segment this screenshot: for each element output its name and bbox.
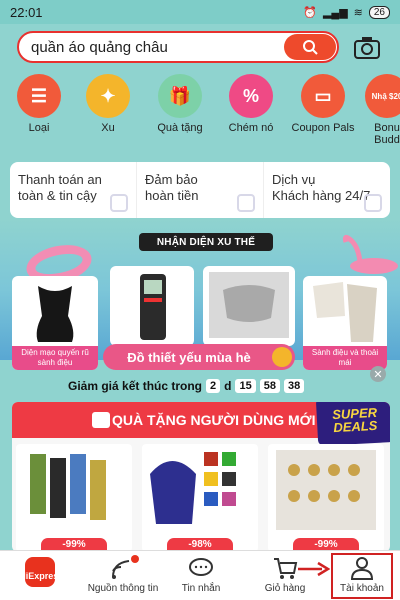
- pointer-arrow-icon: [298, 561, 330, 577]
- trend-title: NHẬN DIỆN XU THẾ: [139, 233, 273, 251]
- countdown-hours: 15: [235, 379, 256, 393]
- status-bar: 22:01 ⏰ ▂▄▆ ≋ 26: [0, 0, 400, 24]
- trend-card-label: Diện mạo quyến rũ sành điệu: [12, 346, 98, 370]
- flamingo-float-decoration: [342, 235, 398, 274]
- category-label: Chém nó: [228, 122, 274, 134]
- feed-icon: [109, 555, 139, 581]
- trend-title-text: NHẬN DIỆN XU THẾ: [156, 236, 256, 248]
- trend-card-pajamas[interactable]: Sành điệu và thoải mái: [303, 276, 387, 370]
- earrings-product-image: [276, 450, 376, 530]
- alarm-icon: ⏰: [303, 6, 317, 19]
- camera-search-icon[interactable]: [353, 36, 381, 60]
- product-laser-meter[interactable]: [110, 266, 194, 346]
- percent-tag-icon: %: [229, 74, 273, 118]
- trust-customer-service[interactable]: Dịch vụ Khách hàng 24/7: [264, 162, 390, 218]
- message-icon: [187, 555, 215, 581]
- nav-home-label: AliExpress: [16, 571, 64, 581]
- super-deals-line: DEALS: [332, 417, 378, 436]
- category-loai[interactable]: ☰ Loại: [4, 74, 74, 134]
- close-icon[interactable]: ✕: [370, 366, 386, 382]
- category-chem-no[interactable]: % Chém nó: [216, 74, 286, 134]
- nav-cart-label: Giỏ hàng: [264, 583, 306, 594]
- category-label: Coupon Pals: [291, 122, 355, 134]
- trust-line: Thanh toán an: [18, 172, 102, 187]
- countdown-minutes: 58: [259, 379, 280, 393]
- coin-icon: ✦: [86, 74, 130, 118]
- signal-icon: ▂▄▆: [322, 6, 348, 19]
- list-icon: ☰: [17, 74, 61, 118]
- bonus-icon: Nhậ $20: [365, 74, 400, 118]
- bonus-badge: Nhậ $20: [371, 91, 400, 101]
- trust-line: Dịch vụ: [272, 172, 316, 187]
- category-label: Bonu Budd: [374, 122, 400, 146]
- nav-feed[interactable]: Nguồn thông tin: [80, 551, 166, 600]
- coupon-icon: ▭: [301, 74, 345, 118]
- trust-refund[interactable]: Đảm bảo hoàn tiền: [137, 162, 264, 218]
- trust-secure-payment[interactable]: Thanh toán an toàn & tin cậy: [10, 162, 137, 218]
- arrow-right-icon: [272, 347, 292, 367]
- notification-dot: [131, 555, 139, 563]
- essentials-banner-text: Đồ thiết yếu mùa hè: [127, 349, 251, 365]
- category-row: ☰ Loại ✦ Xu 🎁 Quà tặng % Chém nó ▭ Coupo…: [0, 74, 400, 146]
- trend-card-corset[interactable]: Diện mạo quyến rũ sành điệu: [12, 276, 98, 370]
- laser-meter-image: [140, 274, 166, 340]
- new-user-gifts-section: QUÀ TẶNG NGƯỜI DÙNG MỚI SUPER DEALS -99%…: [12, 402, 390, 552]
- account-highlight-box: [331, 553, 393, 599]
- shield-check-icon: [110, 194, 128, 212]
- trust-line: Đảm bảo: [145, 172, 198, 187]
- countdown-day-unit: d: [224, 379, 232, 393]
- nav-messages-label: Tin nhắn: [181, 583, 221, 594]
- category-qua-tang[interactable]: 🎁 Quà tặng: [145, 74, 215, 134]
- flash-sale-countdown: Giảm giá kết thúc trong 2 d 15 58 38: [68, 376, 358, 396]
- status-time: 22:01: [10, 4, 43, 20]
- nav-feed-label: Nguồn thông tin: [87, 583, 159, 594]
- battery-indicator: 26: [368, 5, 390, 19]
- dollar-icon: [237, 194, 255, 212]
- category-bonus-buddies[interactable]: Nhậ $20 Bonu Budd: [362, 74, 400, 146]
- gift-icon: 🎁: [158, 74, 202, 118]
- essentials-banner[interactable]: Đồ thiết yếu mùa hè: [103, 344, 295, 370]
- cart-icon: [271, 555, 299, 581]
- product-face-mask[interactable]: [203, 266, 295, 346]
- gift-product-earrings[interactable]: -99%: [268, 444, 384, 552]
- wifi-icon: ≋: [353, 6, 363, 19]
- search-input[interactable]: quần áo quảng châu: [17, 31, 339, 63]
- category-label: Xu: [101, 122, 115, 134]
- category-coupon-pals[interactable]: ▭ Coupon Pals: [288, 74, 358, 134]
- search-row: quần áo quảng châu: [0, 28, 400, 68]
- chat-icon: [364, 194, 382, 212]
- gift-product-durags[interactable]: -98%: [142, 444, 258, 552]
- nav-messages[interactable]: Tin nhắn: [174, 551, 228, 600]
- countdown-days: 2: [206, 379, 221, 393]
- face-mask-image: [209, 272, 289, 338]
- category-label: Quà tặng: [157, 122, 203, 134]
- search-icon: [303, 40, 318, 55]
- category-xu[interactable]: ✦ Xu: [73, 74, 143, 134]
- search-button[interactable]: [284, 34, 336, 60]
- super-deals-badge[interactable]: SUPER DEALS: [315, 402, 390, 446]
- countdown-seconds: 38: [283, 379, 305, 393]
- trust-bar: Thanh toán an toàn & tin cậy Đảm bảo hoà…: [10, 162, 390, 218]
- search-query: quần áo quảng châu: [31, 38, 168, 56]
- category-label: Loại: [28, 122, 50, 134]
- gift-icon: [92, 412, 110, 428]
- nav-home[interactable]: AliExpress: [12, 551, 68, 600]
- durag-product-image: [150, 452, 236, 524]
- corset-product-image: [36, 286, 74, 342]
- new-user-gifts-title: QUÀ TẶNG NGƯỜI DÙNG MỚI: [112, 412, 316, 428]
- socks-product-image: [30, 454, 106, 520]
- gift-product-socks[interactable]: -99%: [16, 444, 132, 552]
- status-icons: ⏰ ▂▄▆ ≋ 26: [303, 5, 390, 19]
- pajama-product-image: [313, 282, 377, 342]
- countdown-label: Giảm giá kết thúc trong: [68, 379, 203, 393]
